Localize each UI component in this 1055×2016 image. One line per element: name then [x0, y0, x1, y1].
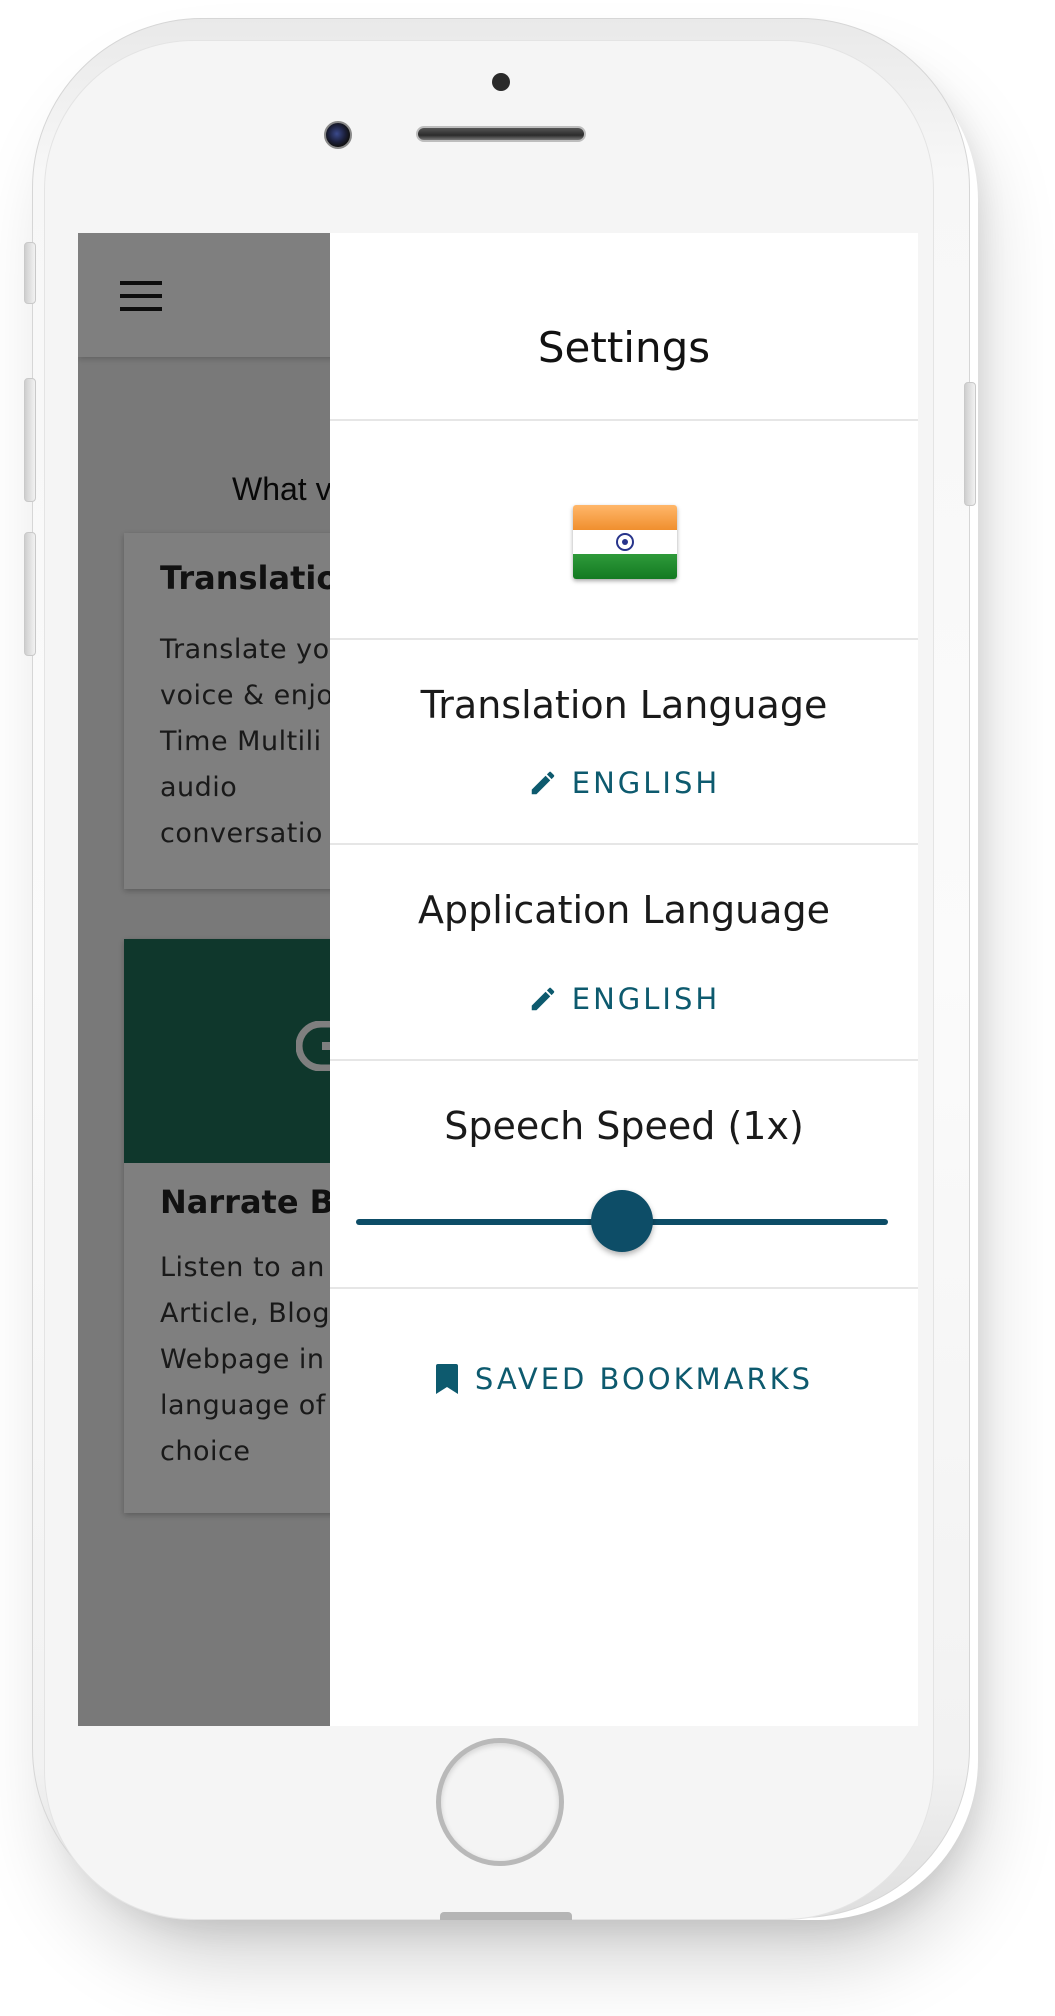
- volume-up-button: [24, 378, 36, 502]
- translation-language-label: Translation Language: [420, 683, 828, 727]
- divider: [330, 843, 918, 845]
- translation-language-button[interactable]: ENGLISH: [524, 758, 724, 808]
- mute-switch: [24, 242, 36, 304]
- front-camera: [324, 121, 352, 149]
- proximity-sensor: [492, 73, 510, 91]
- divider: [330, 638, 918, 640]
- ashoka-chakra-icon: [616, 532, 634, 551]
- pencil-icon: [531, 771, 555, 795]
- translation-language-value: ENGLISH: [571, 766, 721, 800]
- settings-drawer: Settings Translation Language ENGLISH Ap…: [330, 233, 918, 1726]
- volume-down-button: [24, 532, 36, 656]
- saved-bookmarks-button[interactable]: SAVED BOOKMARKS: [434, 1349, 814, 1409]
- divider: [330, 1059, 918, 1061]
- application-language-label: Application Language: [418, 888, 830, 932]
- drawer-title: Settings: [537, 323, 711, 372]
- home-button[interactable]: [436, 1738, 564, 1866]
- speech-speed-slider-thumb[interactable]: [591, 1190, 653, 1252]
- application-language-value: ENGLISH: [571, 982, 721, 1016]
- phone-screen: What v Translatio Translate yo voice & e…: [78, 233, 918, 1726]
- divider: [330, 419, 918, 421]
- bottom-edge: [440, 1912, 572, 1920]
- speech-speed-label: Speech Speed (1x): [444, 1104, 804, 1148]
- pencil-icon: [531, 987, 555, 1011]
- divider: [330, 1287, 918, 1289]
- saved-bookmarks-label: SAVED BOOKMARKS: [474, 1362, 814, 1396]
- power-button: [964, 382, 976, 506]
- application-language-button[interactable]: ENGLISH: [524, 974, 724, 1024]
- earpiece-speaker: [416, 126, 586, 142]
- device-mockup: What v Translatio Translate yo voice & e…: [0, 0, 1055, 2016]
- india-flag-icon[interactable]: [573, 505, 677, 579]
- bookmark-icon: [435, 1364, 458, 1394]
